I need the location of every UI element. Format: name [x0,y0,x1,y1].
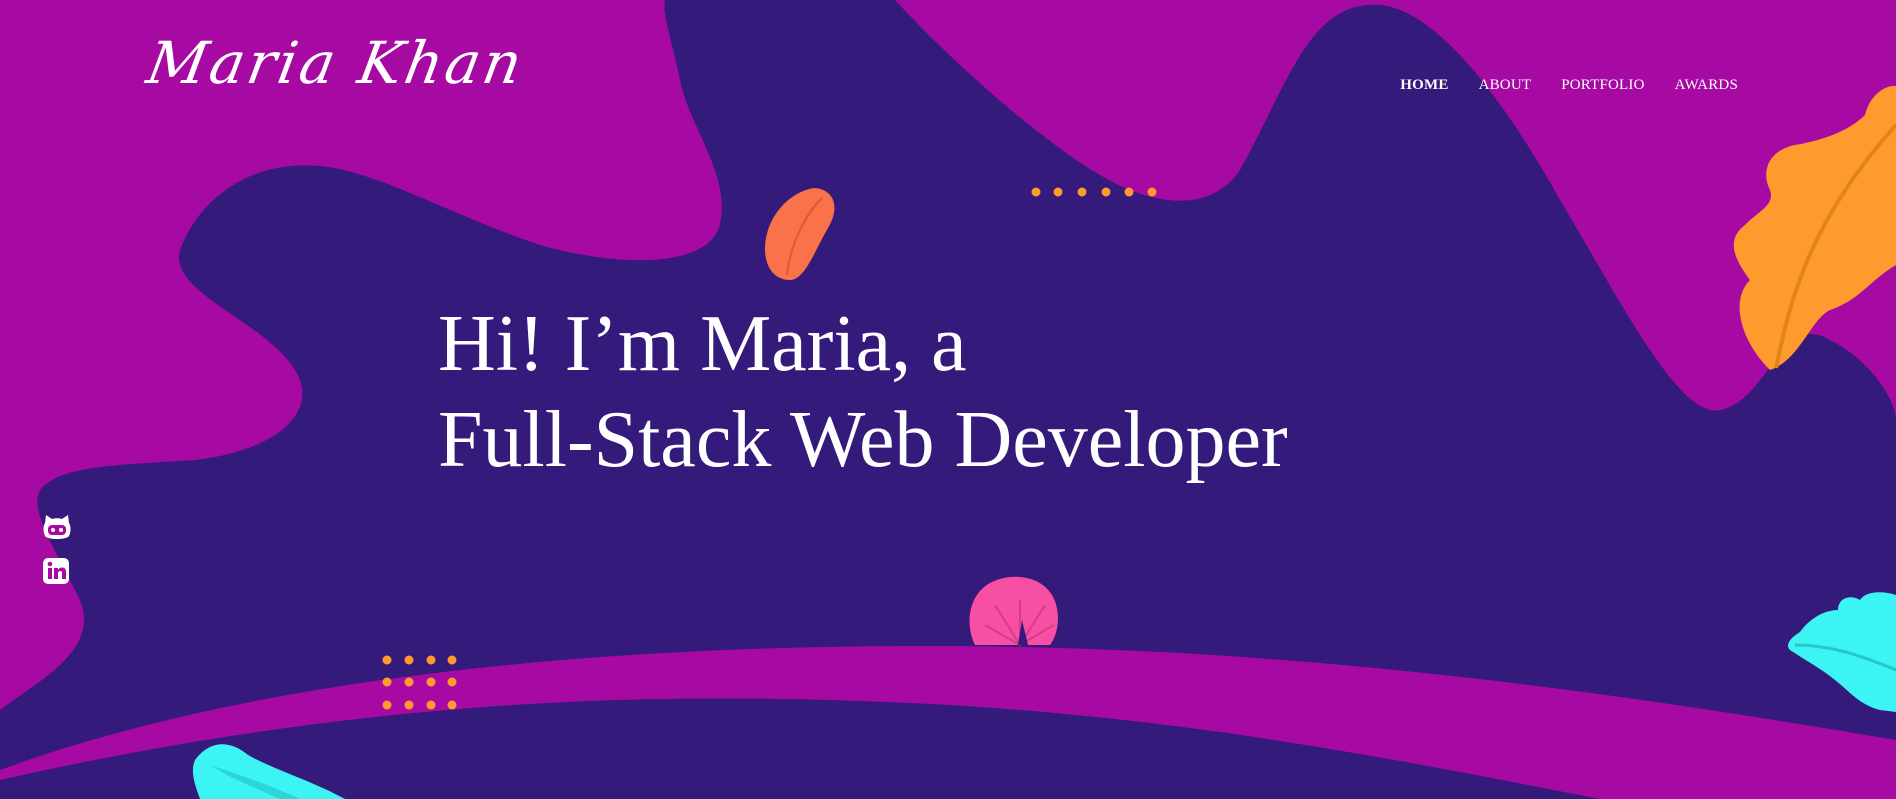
nav-about[interactable]: ABOUT [1479,77,1532,94]
hero-line-1: Hi! I’m Maria, a [438,300,967,388]
github-icon[interactable] [42,512,72,542]
nav-portfolio[interactable]: PORTFOLIO [1561,77,1644,94]
orange-leaf [1733,85,1896,370]
main-nav: HOME ABOUT PORTFOLIO AWARDS [1400,77,1738,94]
hero-line-2: Full-Stack Web Developer [438,396,1288,484]
linkedin-icon[interactable] [42,557,72,587]
logo[interactable]: Maria Khan [142,29,530,97]
page: Maria Khan HOME ABOUT PORTFOLIO AWARDS H… [0,0,1896,799]
nav-awards[interactable]: AWARDS [1675,77,1738,94]
nav-home[interactable]: HOME [1400,77,1448,94]
hero-heading: Hi! I’m Maria, a Full-Stack Web Develope… [438,296,1288,488]
